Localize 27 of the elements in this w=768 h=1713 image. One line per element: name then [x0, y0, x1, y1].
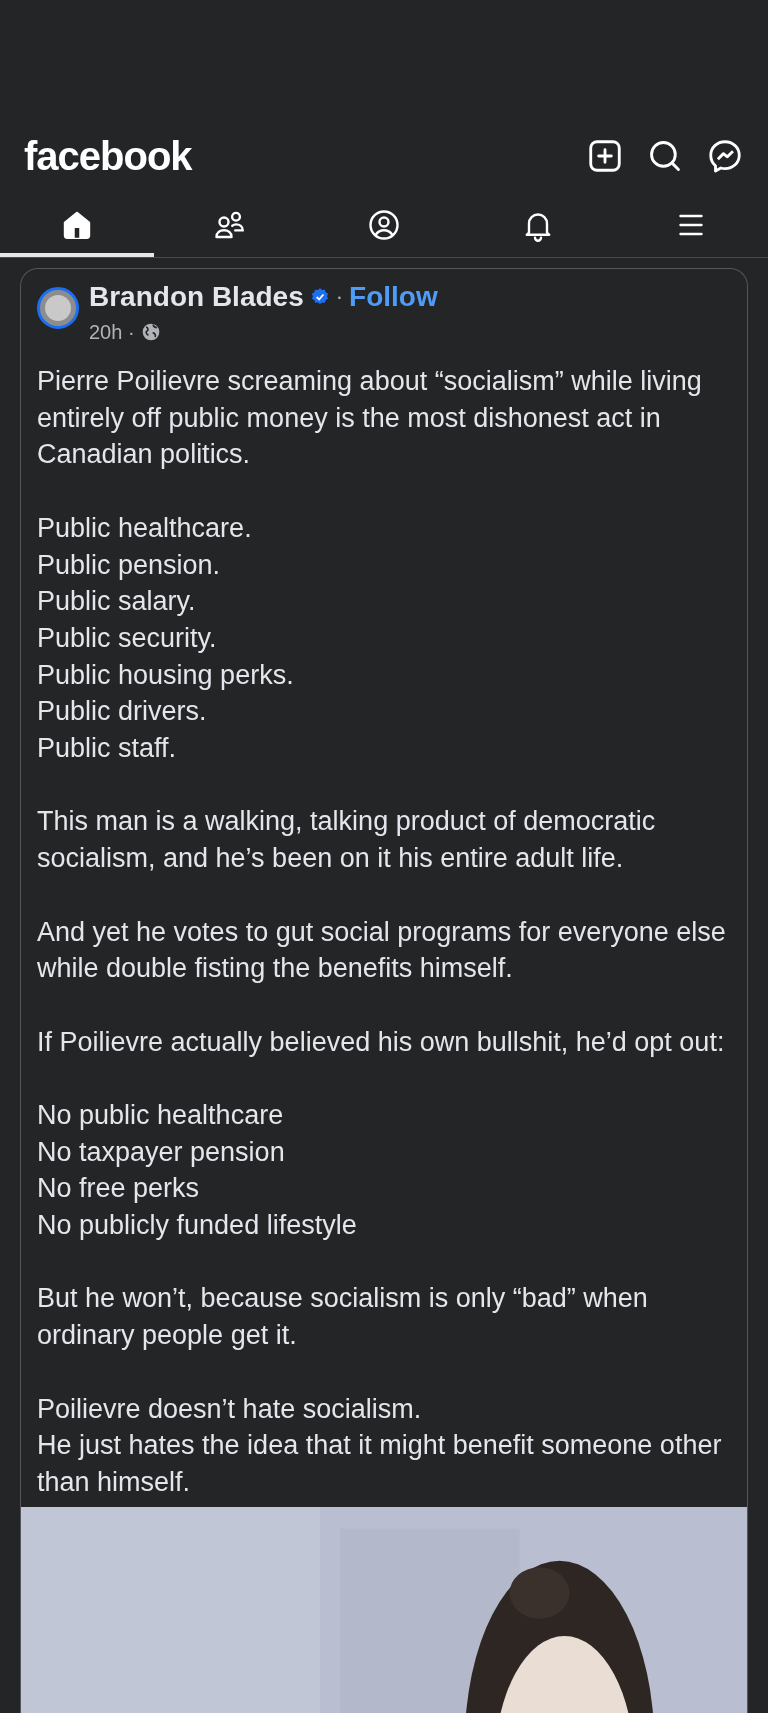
post-text: No public healthcare [37, 1099, 285, 1132]
post-text: Public healthcare. [37, 511, 253, 545]
separator-dot: · [335, 286, 344, 308]
post-text: Public security. [37, 621, 218, 655]
post-text: And yet he votes to gut social programs for everyone else while double fisting the benefits himself. [37, 915, 727, 986]
author-name[interactable]: Brandon Blades [89, 283, 304, 311]
post-text: No taxpayer pension [37, 1135, 286, 1169]
post-text: Public salary. [37, 585, 197, 619]
post-text: Pierre Poilievre screaming about “socialism” while living entirely off public money is the most dishonest act in Canadian politics. [37, 365, 703, 472]
follow-link[interactable]: Follow [349, 283, 438, 311]
post-text: This man is a walking, talking product of democratic socialism, and he’s been on it his entire adult life. [37, 805, 657, 876]
post-text: Public housing perks. [37, 658, 295, 692]
post-text: No free perks [37, 1172, 201, 1206]
post-text: Public pension. [37, 548, 222, 582]
post-text: He just hates the idea that it might benefit someone other than himself. [37, 1429, 723, 1499]
post-text: Public staff. [37, 732, 178, 765]
post-text: Poilievre doesn’t hate socialism. [37, 1392, 423, 1426]
post-text: If Poilievre actually believed his own bullshit, he’d opt out: [37, 1025, 726, 1059]
post-time: 20h · [89, 320, 135, 345]
post-text: But he won’t, because socialism is only “bad” when ordinary people get it. [37, 1282, 649, 1353]
messenger-icon[interactable] [706, 137, 744, 175]
post-text: Public drivers. [37, 695, 208, 729]
create-icon[interactable] [586, 137, 624, 175]
post-text: No publicly funded lifestyle [37, 1209, 358, 1243]
globe-icon [140, 322, 161, 342]
facebook-logo[interactable]: facebook [24, 136, 192, 176]
avatar[interactable] [37, 287, 79, 329]
